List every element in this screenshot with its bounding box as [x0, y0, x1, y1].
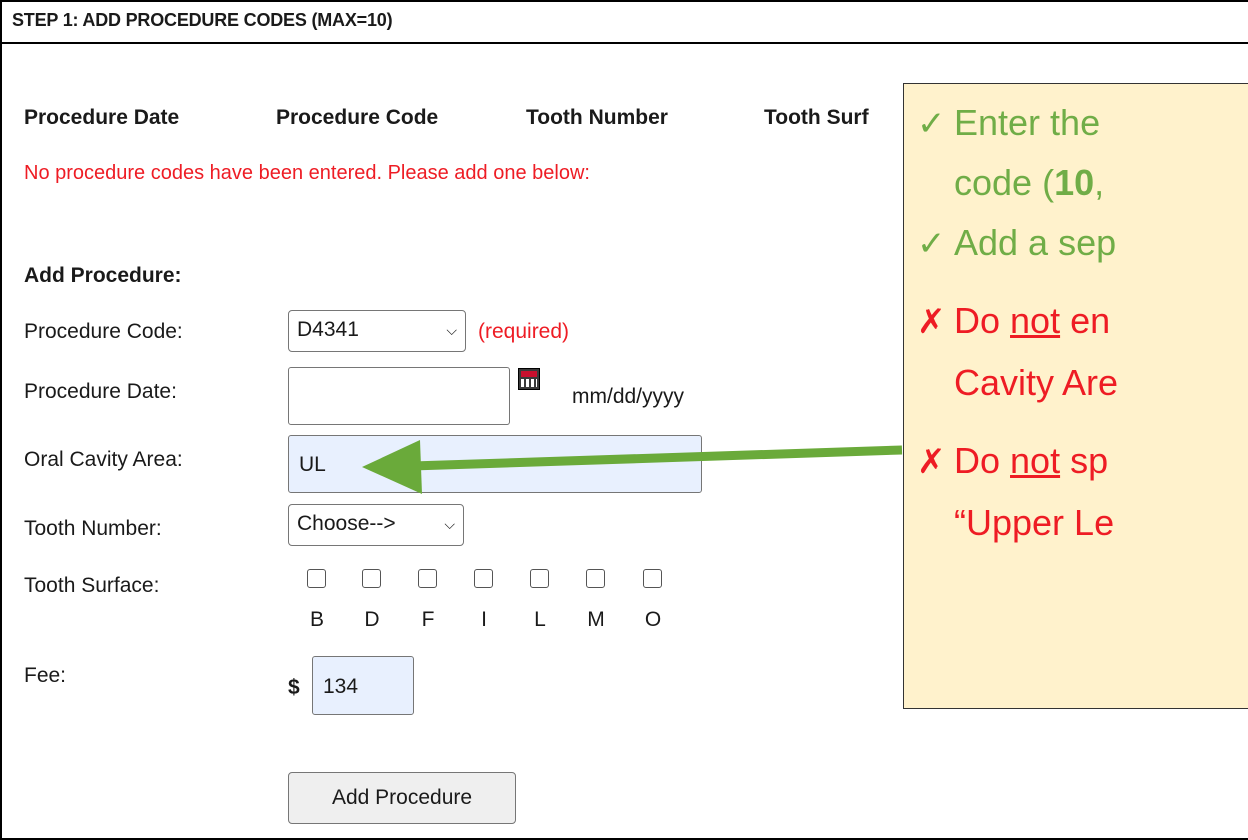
arrow-head — [362, 440, 422, 494]
pointer-arrow — [362, 440, 903, 494]
arrow-shaft — [411, 445, 903, 471]
